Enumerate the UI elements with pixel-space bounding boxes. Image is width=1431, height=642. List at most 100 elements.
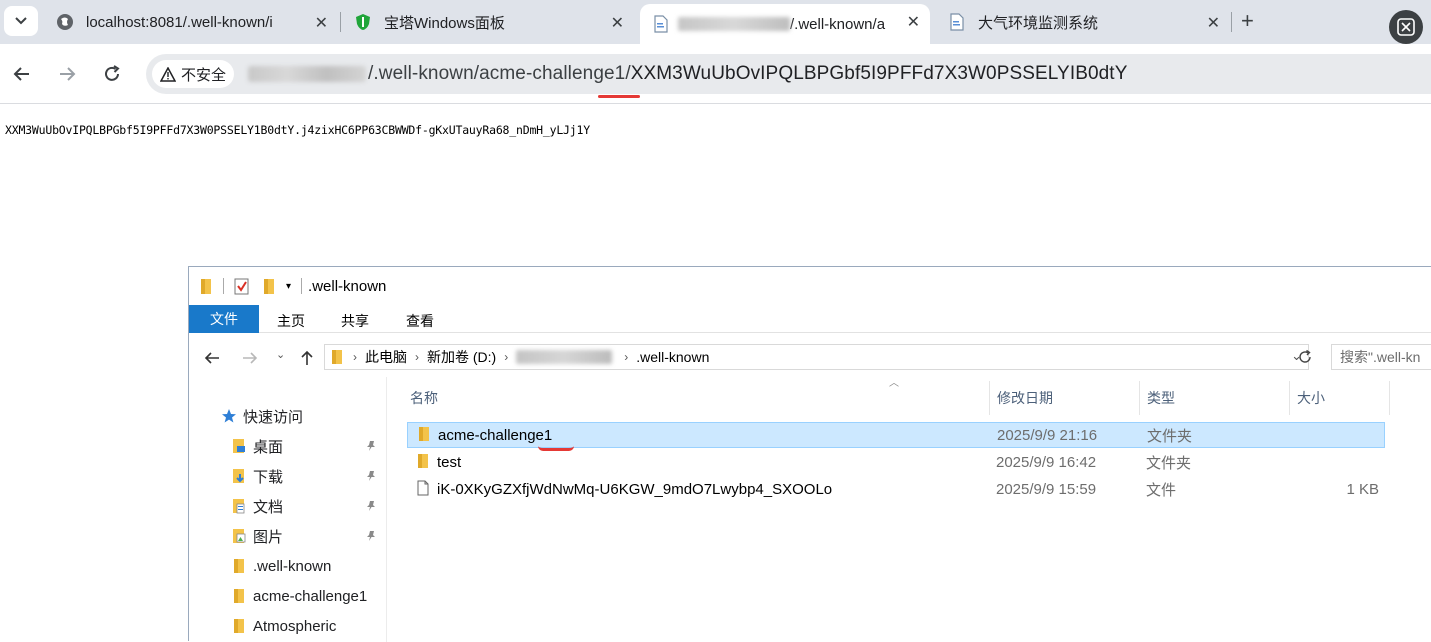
plus-icon: +	[1241, 8, 1254, 33]
folder-icon	[418, 454, 428, 468]
tab-title: localhost:8081/.well-known/i	[86, 13, 273, 31]
tab-search-button[interactable]	[4, 6, 38, 36]
folder-icon	[231, 558, 247, 574]
file-date: 2025/9/9 21:16	[997, 426, 1098, 444]
file-explorer-window: ▾ .well-known 文件 主页 共享 查看 ⌄ › 此电脑 › 新加卷 …	[188, 266, 1431, 642]
pictures-folder-icon	[231, 528, 247, 544]
page-icon	[652, 15, 670, 33]
tab-air-monitor[interactable]: 大气环境监测系统 ✕	[934, 5, 1230, 39]
folder-icon	[201, 279, 211, 294]
pin-icon[interactable]	[365, 469, 377, 486]
new-tab-button[interactable]: +	[1241, 8, 1254, 34]
file-name: test	[437, 453, 462, 471]
refresh-icon[interactable]	[1297, 349, 1313, 365]
ribbon-tab-view[interactable]: 查看	[406, 311, 434, 331]
ribbon-tab-home[interactable]: 主页	[277, 311, 305, 331]
nav-item-well-known[interactable]: .well-known	[189, 552, 387, 580]
breadcrumb-this-pc[interactable]: 此电脑	[365, 347, 407, 367]
security-chip[interactable]: 不安全	[152, 60, 234, 88]
file-type: 文件夹	[1146, 454, 1192, 472]
chevron-down-icon	[15, 17, 27, 25]
forward-button[interactable]	[55, 62, 79, 86]
tab-separator	[340, 12, 341, 32]
nav-label: acme-challenge1	[253, 587, 368, 605]
reload-button[interactable]	[100, 62, 124, 86]
blurred-folder	[516, 350, 613, 364]
column-divider[interactable]	[1389, 381, 1390, 415]
up-arrow-icon[interactable]	[299, 349, 315, 367]
breadcrumb-drive-d[interactable]: 新加卷 (D:)	[427, 347, 496, 367]
column-header-name[interactable]: 名称	[410, 381, 438, 415]
explorer-search-input[interactable]: 搜索".well-kn	[1331, 344, 1431, 370]
nav-item-documents[interactable]: 文档	[189, 492, 387, 520]
nav-label: 下载	[253, 468, 284, 486]
breadcrumb-well-known[interactable]: .well-known	[636, 349, 709, 365]
column-divider[interactable]	[1139, 381, 1140, 415]
pin-icon[interactable]	[365, 499, 377, 516]
customize-dropdown-icon[interactable]: ▾	[286, 281, 291, 292]
column-divider[interactable]	[1289, 381, 1290, 415]
close-icon[interactable]: ✕	[315, 13, 328, 33]
star-icon	[221, 408, 237, 424]
profile-button[interactable]	[1389, 10, 1423, 44]
close-icon[interactable]: ✕	[1207, 13, 1220, 33]
ribbon-tab-file[interactable]: 文件	[189, 305, 259, 333]
file-row[interactable]: iK-0XKyGZXfjWdNwMq-U6KGW_9mdO7Lwybp4_SXO…	[407, 476, 1385, 502]
tab-separator	[1231, 12, 1232, 32]
file-type: 文件	[1146, 481, 1177, 499]
recent-locations-icon[interactable]: ⌄	[276, 348, 285, 361]
column-divider[interactable]	[989, 381, 990, 415]
folder-icon	[419, 427, 429, 441]
nav-label: 图片	[253, 528, 284, 546]
nav-label: 文档	[253, 498, 284, 516]
chevron-right-icon: ›	[353, 350, 357, 364]
browser-toolbar: 不安全 /.well-known/acme-challenge1/XXM3WuU…	[0, 44, 1431, 104]
folder-icon	[231, 588, 247, 604]
nav-item-atmospheric[interactable]: Atmospheric	[189, 612, 387, 640]
file-type: 文件夹	[1147, 427, 1193, 445]
file-size: 1 KB	[1346, 480, 1379, 498]
file-date: 2025/9/9 15:59	[996, 480, 1097, 498]
column-header-size[interactable]: 大小	[1297, 381, 1325, 415]
properties-check-icon[interactable]	[234, 277, 250, 295]
back-button[interactable]	[10, 62, 34, 86]
file-row[interactable]: acme-challenge1 2025/9/9 21:16 文件夹	[407, 422, 1385, 448]
forward-arrow-icon[interactable]	[241, 350, 259, 366]
blurred-host	[248, 66, 366, 82]
file-list: ︿ 名称 修改日期 类型 大小 acme-challenge1 2025/9/9…	[387, 377, 1431, 642]
file-icon	[417, 480, 429, 496]
nav-item-pictures[interactable]: 图片	[189, 522, 387, 550]
close-icon[interactable]: ✕	[907, 12, 920, 32]
file-date: 2025/9/9 16:42	[996, 453, 1097, 471]
url-token: XXM3WuUbOvIPQLBPGbf5I9PFFd7X3W0PSSELYIB0…	[630, 63, 1128, 84]
file-name: acme-challenge1	[438, 426, 553, 444]
nav-label: 桌面	[253, 438, 284, 456]
chevron-right-icon: ›	[624, 350, 629, 364]
tab-acme-challenge[interactable]: /.well-known/a ✕	[640, 4, 930, 44]
ribbon-tab-share[interactable]: 共享	[341, 311, 369, 331]
explorer-address-bar[interactable]: › 此电脑 › 新加卷 (D:) › › .well-known ⌄	[324, 344, 1309, 370]
response-body-text: XXM3WuUbOvIPQLBPGbf5I9PFFd7X3W0PSSELY1B0…	[5, 123, 590, 137]
tab-strip: localhost:8081/.well-known/i ✕ 宝塔Windows…	[0, 0, 1431, 44]
separator	[301, 278, 303, 294]
nav-item-desktop[interactable]: 桌面	[189, 432, 387, 460]
documents-folder-icon	[231, 498, 247, 514]
tab-localhost[interactable]: localhost:8081/.well-known/i ✕	[48, 5, 338, 39]
close-icon[interactable]: ✕	[611, 13, 624, 33]
back-arrow-icon[interactable]	[203, 350, 221, 366]
profile-icon	[1397, 18, 1415, 36]
column-header-type[interactable]: 类型	[1147, 381, 1175, 415]
tab-bt-panel[interactable]: 宝塔Windows面板 ✕	[344, 5, 634, 39]
new-folder-icon[interactable]	[262, 277, 276, 295]
desktop-folder-icon	[231, 438, 247, 454]
column-header-date[interactable]: 修改日期	[997, 381, 1053, 415]
nav-quick-access[interactable]: 快速访问	[189, 402, 387, 430]
address-bar[interactable]: 不安全 /.well-known/acme-challenge1/XXM3WuU…	[146, 54, 1431, 94]
pin-icon[interactable]	[365, 439, 377, 456]
arrow-right-icon	[60, 67, 76, 81]
download-folder-icon	[231, 468, 247, 484]
file-row[interactable]: test 2025/9/9 16:42 文件夹	[407, 449, 1385, 475]
pin-icon[interactable]	[365, 529, 377, 546]
nav-item-acme-challenge1[interactable]: acme-challenge1	[189, 582, 387, 610]
nav-item-downloads[interactable]: 下载	[189, 462, 387, 490]
